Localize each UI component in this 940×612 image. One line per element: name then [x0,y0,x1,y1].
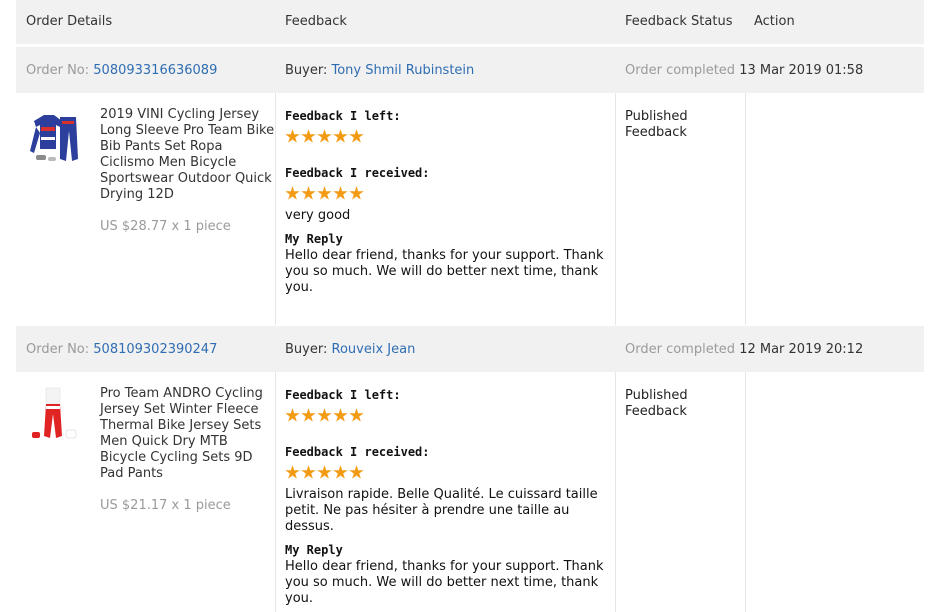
order-number-label: Order No: [26,63,90,78]
star-icon [285,408,300,422]
my-reply-text: Hello dear friend, thanks for your suppo… [285,248,604,295]
order-completed-label: Order completed [625,342,736,357]
star-icon [349,408,364,422]
my-reply-heading: My Reply [285,543,343,557]
order-number-label: Order No: [26,342,90,357]
product-price: US $21.17 x 1 piece [100,498,231,513]
star-icon [333,465,348,479]
column-feedback: Feedback [285,14,347,29]
table-header: Order Details Feedback Feedback Status A… [16,0,924,44]
received-comment: Livraison rapide. Belle Qualité. Le cuis… [285,487,598,534]
order-summary-bar: Order No: 508093316636089 Buyer: Tony Sh… [16,47,924,93]
column-feedback-status: Feedback Status [625,14,733,29]
divider [745,93,746,325]
star-icon [285,129,300,143]
order-number-link[interactable]: 508109302390247 [93,342,217,357]
star-icon [285,465,300,479]
star-icon [317,129,332,143]
divider [615,372,616,612]
order-detail-row: Pro Team ANDRO Cycling Jersey Set Winter… [16,372,924,612]
star-icon [285,186,300,200]
order-detail-row: 2019 VINI Cycling Jersey Long Sleeve Pro… [16,93,924,325]
received-rating-stars [285,465,610,483]
buyer: Buyer: Rouveix Jean [285,342,415,357]
orders-feedback-table: Order Details Feedback Feedback Status A… [16,0,924,612]
star-icon [333,408,348,422]
star-icon [349,129,364,143]
order-completed-label: Order completed [625,63,736,78]
buyer-link[interactable]: Tony Shmil Rubinstein [332,63,475,78]
star-icon [301,408,316,422]
received-rating-stars [285,186,610,204]
order-completed-date: 12 Mar 2019 20:12 [739,342,864,357]
cycling-jersey-blue-icon[interactable] [26,107,86,167]
feedback-block: Feedback I left: Feedback I received: ve… [285,109,610,296]
star-icon [333,129,348,143]
received-comment: very good [285,208,351,223]
product-title-link[interactable]: Pro Team ANDRO Cycling Jersey Set Winter… [100,386,276,482]
feedback-left-heading: Feedback I left: [285,388,401,402]
buyer-link[interactable]: Rouveix Jean [332,342,416,357]
product-price: US $28.77 x 1 piece [100,219,231,234]
feedback-status: Published Feedback [625,109,688,140]
order-number: Order No: 508109302390247 [26,342,217,357]
buyer-label: Buyer: [285,63,328,78]
order-summary-bar: Order No: 508109302390247 Buyer: Rouveix… [16,326,924,372]
cycling-jersey-red-icon[interactable] [26,386,86,446]
star-icon [317,408,332,422]
product-title-link[interactable]: 2019 VINI Cycling Jersey Long Sleeve Pro… [100,107,276,203]
order-completed-date: 13 Mar 2019 01:58 [739,63,864,78]
star-icon [317,465,332,479]
divider [615,93,616,325]
feedback-block: Feedback I left: Feedback I received: Li… [285,388,610,607]
star-icon [301,129,316,143]
feedback-received-heading: Feedback I received: [285,445,430,459]
column-action: Action [754,14,795,29]
buyer: Buyer: Tony Shmil Rubinstein [285,63,474,78]
star-icon [301,465,316,479]
star-icon [317,186,332,200]
star-icon [349,465,364,479]
left-rating-stars [285,408,610,426]
order-number-link[interactable]: 508093316636089 [93,63,217,78]
feedback-status: Published Feedback [625,388,688,419]
buyer-label: Buyer: [285,342,328,357]
order-completed: Order completed 13 Mar 2019 01:58 [625,63,863,78]
star-icon [301,186,316,200]
feedback-received-heading: Feedback I received: [285,166,430,180]
my-reply-heading: My Reply [285,232,343,246]
feedback-left-heading: Feedback I left: [285,109,401,123]
star-icon [333,186,348,200]
my-reply-text: Hello dear friend, thanks for your suppo… [285,559,604,606]
order-completed: Order completed 12 Mar 2019 20:12 [625,342,863,357]
left-rating-stars [285,129,610,147]
star-icon [349,186,364,200]
order-number: Order No: 508093316636089 [26,63,217,78]
column-order-details: Order Details [26,14,113,29]
divider [745,372,746,612]
